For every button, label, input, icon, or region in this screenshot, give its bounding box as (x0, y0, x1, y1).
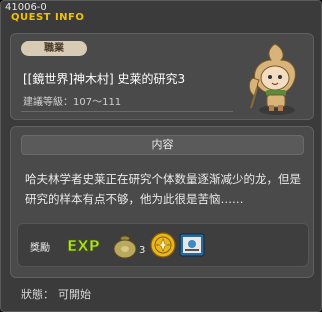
coin-quantity: 3 (139, 245, 146, 256)
level-label: 建議等級： (23, 97, 73, 108)
divider (21, 111, 233, 112)
status-value: 可開始 (58, 288, 91, 301)
window-title: QUEST INFO (11, 12, 85, 23)
quest-status: 狀態： 可開始 (21, 286, 91, 302)
level-range: 107～111 (73, 97, 122, 108)
job-badge: 職業 (21, 41, 87, 56)
status-label: 狀態： (21, 288, 54, 301)
coin-icon[interactable] (148, 230, 178, 260)
quest-summary-panel: 職業 [[鏡世界]神木村] 史莱的研究3 建議等級：107～111 (10, 33, 314, 120)
quest-name: [[鏡世界]神木村] 史莱的研究3 (23, 72, 186, 86)
quest-info-window: 41006-0 QUEST INFO 職業 [[鏡世界]神木村] 史莱的研究3 … (0, 0, 322, 312)
exp-text: EXP (67, 237, 100, 255)
reward-box-icon[interactable] (178, 231, 206, 259)
exp-reward-icon[interactable]: EXP (66, 233, 100, 257)
quest-description: 哈夫林学者史莱正在研究个体数量逐渐减少的龙，但是研究的样本有点不够，他为此很是苦… (25, 172, 301, 206)
npc-portrait-icon (248, 43, 296, 115)
content-header: 内容 (21, 135, 304, 155)
money-bag-icon[interactable] (110, 230, 140, 260)
content-panel: 内容 哈夫林学者史莱正在研究个体数量逐渐减少的龙，但是研究的样本有点不够，他为此… (10, 126, 314, 278)
reward-bar: 獎勵 EXP 3 (17, 223, 309, 267)
recommended-level: 建議等級：107～111 (23, 93, 121, 108)
reward-label: 獎勵 (30, 243, 50, 254)
